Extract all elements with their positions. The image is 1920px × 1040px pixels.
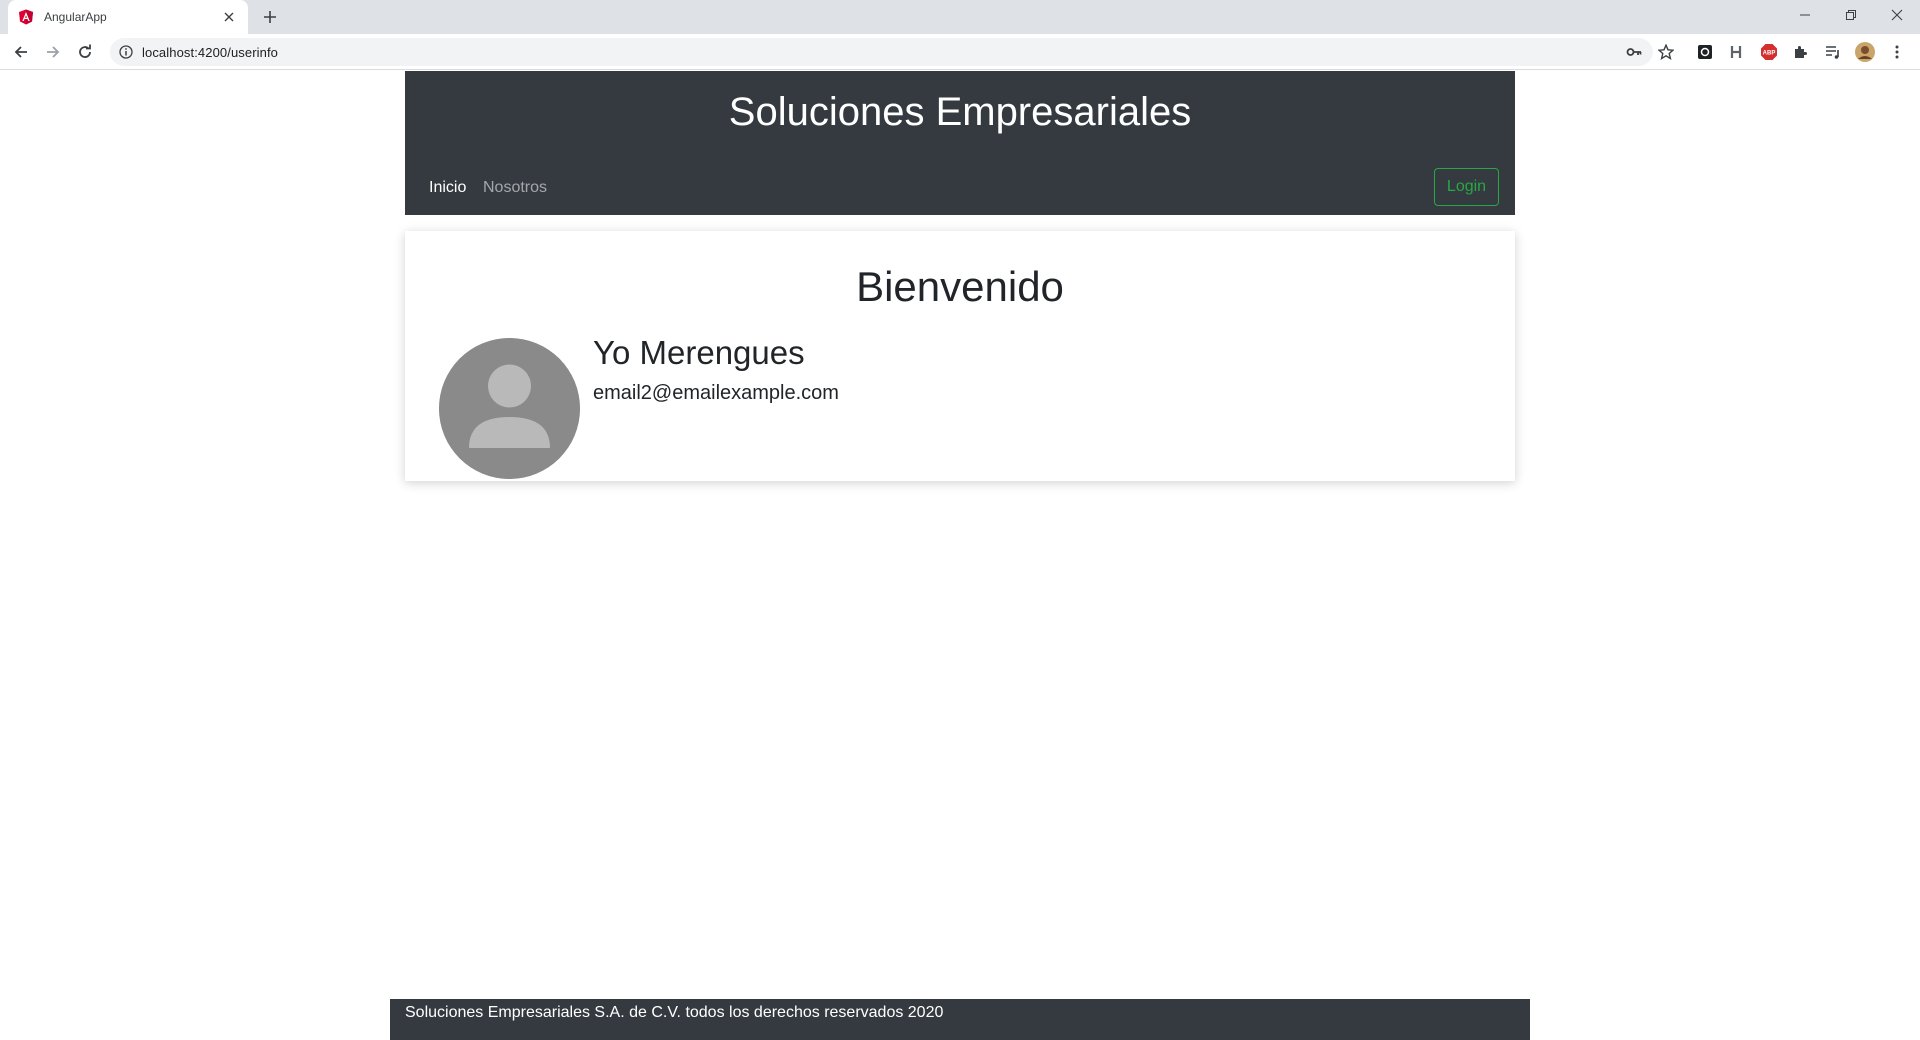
site-title: Soluciones Empresariales (728, 90, 1192, 134)
key-icon[interactable] (1622, 40, 1646, 64)
window-close-icon[interactable] (1874, 0, 1920, 30)
user-email: email2@emailexample.com (593, 382, 839, 404)
user-avatar-icon (439, 338, 580, 479)
new-tab-plus-icon[interactable] (258, 5, 282, 29)
user-info-card: Bienvenido Yo Merengues email2@emailexam… (405, 231, 1515, 481)
svg-text:ABP: ABP (1763, 51, 1776, 57)
restore-icon[interactable] (1828, 0, 1874, 30)
reload-icon[interactable] (71, 38, 99, 66)
kebab-menu-icon[interactable] (1887, 42, 1907, 62)
back-arrow-icon[interactable] (7, 38, 35, 66)
profile-avatar[interactable] (1855, 42, 1875, 62)
extension-h-icon[interactable] (1727, 42, 1747, 62)
tab-title: AngularApp (44, 10, 107, 24)
extension-screen-icon[interactable] (1695, 42, 1715, 62)
site-footer: Soluciones Empresariales S.A. de C.V. to… (390, 999, 1530, 1040)
user-name: Yo Merengues (593, 334, 805, 371)
address-bar[interactable]: localhost:4200/userinfo (110, 38, 1653, 66)
browser-tab[interactable]: AngularApp (8, 0, 248, 34)
footer-copyright: Soluciones Empresariales S.A. de C.V. to… (405, 1004, 944, 1021)
extensions-puzzle-icon[interactable] (1791, 42, 1811, 62)
angular-favicon-icon (18, 9, 34, 25)
bookmark-star-icon[interactable] (1654, 40, 1678, 64)
login-button[interactable]: Login (1434, 168, 1499, 206)
browser-toolbar: localhost:4200/userinfo ABP (0, 34, 1920, 70)
welcome-heading: Bienvenido (856, 263, 1064, 310)
media-control-icon[interactable] (1823, 42, 1843, 62)
tab-close-icon[interactable] (220, 8, 238, 26)
site-info-icon[interactable] (118, 44, 134, 60)
url-text: localhost:4200/userinfo (142, 44, 279, 60)
nav-link-inicio[interactable]: Inicio (429, 176, 466, 200)
adblock-plus-icon[interactable]: ABP (1759, 42, 1779, 62)
forward-arrow-icon[interactable] (39, 38, 67, 66)
tab-strip: AngularApp (0, 0, 1920, 34)
minimize-icon[interactable] (1782, 0, 1828, 30)
site-header: Soluciones Empresariales Inicio Nosotros… (405, 71, 1515, 215)
nav-link-nosotros[interactable]: Nosotros (483, 176, 547, 200)
